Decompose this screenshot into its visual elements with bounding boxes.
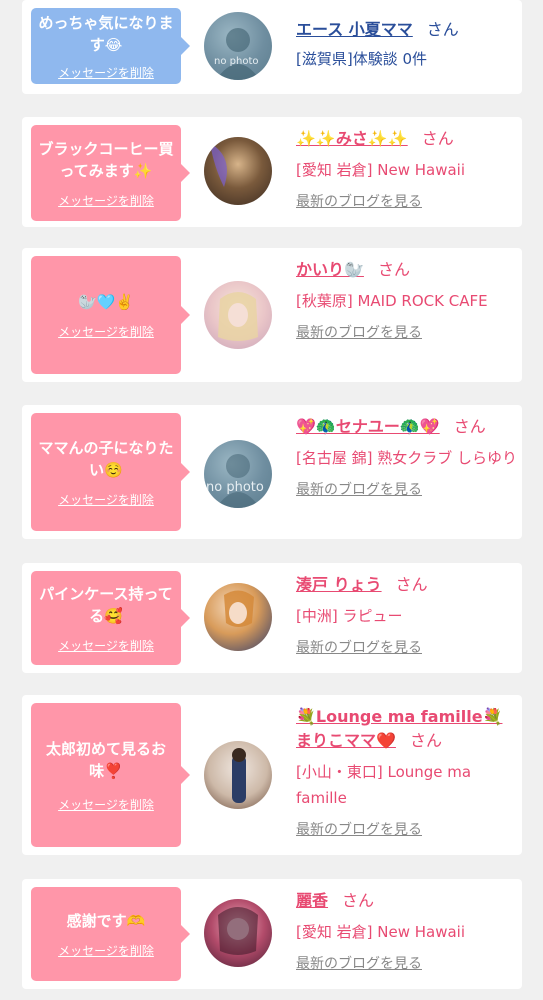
delete-message-link[interactable]: メッセージを削除 — [58, 323, 154, 340]
avatar-placeholder-text: no photo — [214, 56, 259, 67]
delete-message-link[interactable]: メッセージを削除 — [58, 637, 154, 654]
honorific: さん — [453, 417, 486, 436]
avatar[interactable] — [204, 583, 272, 651]
profile-info: 💐Lounge ma famille💐まりこママ❤️ さん [小山・東口] Lou… — [296, 705, 518, 841]
profile-photo-icon — [232, 748, 246, 803]
honorific: さん — [426, 20, 459, 39]
avatar[interactable] — [204, 281, 272, 349]
avatar[interactable]: no photo — [204, 12, 272, 80]
delete-message-link[interactable]: メッセージを削除 — [58, 64, 154, 81]
shop-info: [中洲] ラピュー — [296, 607, 403, 625]
message-card: 太郎初めて見るお味❣️ メッセージを削除 💐Lounge ma famille💐… — [22, 695, 522, 855]
shop-info: [滋賀県]体験談 0件 — [296, 50, 428, 68]
shop-info: [小山・東口] Lounge ma famille — [296, 763, 472, 807]
shop-info: [秋葉原] MAID ROCK CAFE — [296, 292, 488, 310]
latest-blog-link[interactable]: 最新のブログを見る — [296, 953, 518, 975]
message-bubble: 感謝です🫶 メッセージを削除 — [31, 887, 190, 981]
message-card: ママんの子になりたい☺️ メッセージを削除 no photo 💖🦚セナユー🦚💖 さ… — [22, 405, 522, 539]
name-row: 💖🦚セナユー🦚💖 さん — [296, 415, 518, 439]
avatar[interactable] — [204, 899, 272, 967]
profile-info: 麗香 さん [愛知 岩倉] New Hawaii 最新のブログを見る — [296, 889, 518, 975]
message-card: パインケース持ってる🥰 メッセージを削除 湊戸 りょう さん [中洲] ラピュー … — [22, 563, 522, 673]
delete-message-link[interactable]: メッセージを削除 — [58, 491, 154, 508]
message-card: ブラックコーヒー買ってみます✨ メッセージを削除 ✨✨みさ✨✨ さん [愛知 岩倉… — [22, 117, 522, 227]
latest-blog-link[interactable]: 最新のブログを見る — [296, 637, 518, 659]
profile-info: かいり🦭 さん [秋葉原] MAID ROCK CAFE 最新のブログを見る — [296, 258, 518, 344]
honorific: さん — [377, 260, 410, 279]
profile-name-link[interactable]: 💐Lounge ma famille💐まりこママ❤️ — [296, 707, 502, 750]
delete-message-link[interactable]: メッセージを削除 — [58, 942, 154, 959]
name-row: 麗香 さん — [296, 889, 518, 913]
name-row: 湊戸 りょう さん — [296, 573, 518, 597]
avatar[interactable] — [204, 741, 272, 809]
message-text: 太郎初めて見るお味❣️ — [45, 739, 166, 780]
profile-name-link[interactable]: エース 小夏ママ — [296, 20, 413, 39]
name-row: 💐Lounge ma famille💐まりこママ❤️ さん — [296, 705, 518, 753]
profile-name-link[interactable]: 湊戸 りょう — [296, 575, 382, 594]
message-card: 🦭🩵✌️ メッセージを削除 かいり🦭 さん [秋葉原] MAID ROCK CAF… — [22, 248, 522, 382]
delete-message-link[interactable]: メッセージを削除 — [58, 192, 154, 209]
message-bubble: パインケース持ってる🥰 メッセージを削除 — [31, 571, 190, 665]
honorific: さん — [409, 731, 442, 750]
message-text: めっちゃ気になります😂 — [38, 13, 174, 54]
shop-info: [名古屋 錦] 熟女クラブ しらゆり — [296, 449, 518, 467]
avatar[interactable] — [204, 137, 272, 205]
profile-name-link[interactable]: 💖🦚セナユー🦚💖 — [296, 417, 440, 436]
profile-photo-icon — [224, 590, 254, 627]
avatar-placeholder-text: no photo — [206, 480, 264, 495]
profile-name-link[interactable]: かいり🦭 — [296, 260, 364, 279]
profile-name-link[interactable]: ✨✨みさ✨✨ — [296, 129, 408, 148]
honorific: さん — [421, 129, 454, 148]
message-text: ブラックコーヒー買ってみます✨ — [38, 139, 174, 180]
latest-blog-link[interactable]: 最新のブログを見る — [296, 819, 518, 841]
honorific: さん — [342, 891, 375, 910]
avatar[interactable]: no photo — [204, 440, 272, 508]
no-photo-icon — [216, 28, 260, 80]
profile-photo-icon — [218, 907, 258, 955]
delete-message-link[interactable]: メッセージを削除 — [58, 796, 154, 813]
profile-name-link[interactable]: 麗香 — [296, 891, 328, 910]
message-card: 感謝です🫶 メッセージを削除 麗香 さん [愛知 岩倉] New Hawaii 最… — [22, 879, 522, 989]
message-text: パインケース持ってる🥰 — [39, 584, 173, 625]
honorific: さん — [395, 575, 428, 594]
message-bubble: ブラックコーヒー買ってみます✨ メッセージを削除 — [31, 125, 190, 221]
message-text: 感謝です🫶 — [66, 911, 146, 930]
profile-photo-icon — [210, 143, 227, 187]
message-text: 🦭🩵✌️ — [77, 292, 135, 311]
message-bubble: めっちゃ気になります😂 メッセージを削除 — [31, 8, 190, 84]
name-row: ✨✨みさ✨✨ さん — [296, 127, 518, 151]
message-bubble: ママんの子になりたい☺️ メッセージを削除 — [31, 413, 190, 531]
name-row: エース 小夏ママ さん — [296, 18, 518, 42]
shop-info: [愛知 岩倉] New Hawaii — [296, 161, 465, 179]
profile-photo-icon — [218, 292, 258, 341]
profile-info: ✨✨みさ✨✨ さん [愛知 岩倉] New Hawaii 最新のブログを見る — [296, 127, 518, 213]
message-bubble: 🦭🩵✌️ メッセージを削除 — [31, 256, 190, 374]
message-bubble: 太郎初めて見るお味❣️ メッセージを削除 — [31, 703, 190, 847]
shop-info: [愛知 岩倉] New Hawaii — [296, 923, 465, 941]
latest-blog-link[interactable]: 最新のブログを見る — [296, 479, 518, 501]
profile-info: 湊戸 りょう さん [中洲] ラピュー 最新のブログを見る — [296, 573, 518, 659]
profile-info: エース 小夏ママ さん [滋賀県]体験談 0件 — [296, 18, 518, 72]
latest-blog-link[interactable]: 最新のブログを見る — [296, 322, 518, 344]
message-text: ママんの子になりたい☺️ — [38, 438, 174, 479]
latest-blog-link[interactable]: 最新のブログを見る — [296, 191, 518, 213]
message-card: めっちゃ気になります😂 メッセージを削除 no photo エース 小夏ママ さん… — [22, 0, 522, 94]
no-photo-icon — [216, 454, 260, 508]
profile-info: 💖🦚セナユー🦚💖 さん [名古屋 錦] 熟女クラブ しらゆり 最新のブログを見る — [296, 415, 518, 501]
name-row: かいり🦭 さん — [296, 258, 518, 282]
